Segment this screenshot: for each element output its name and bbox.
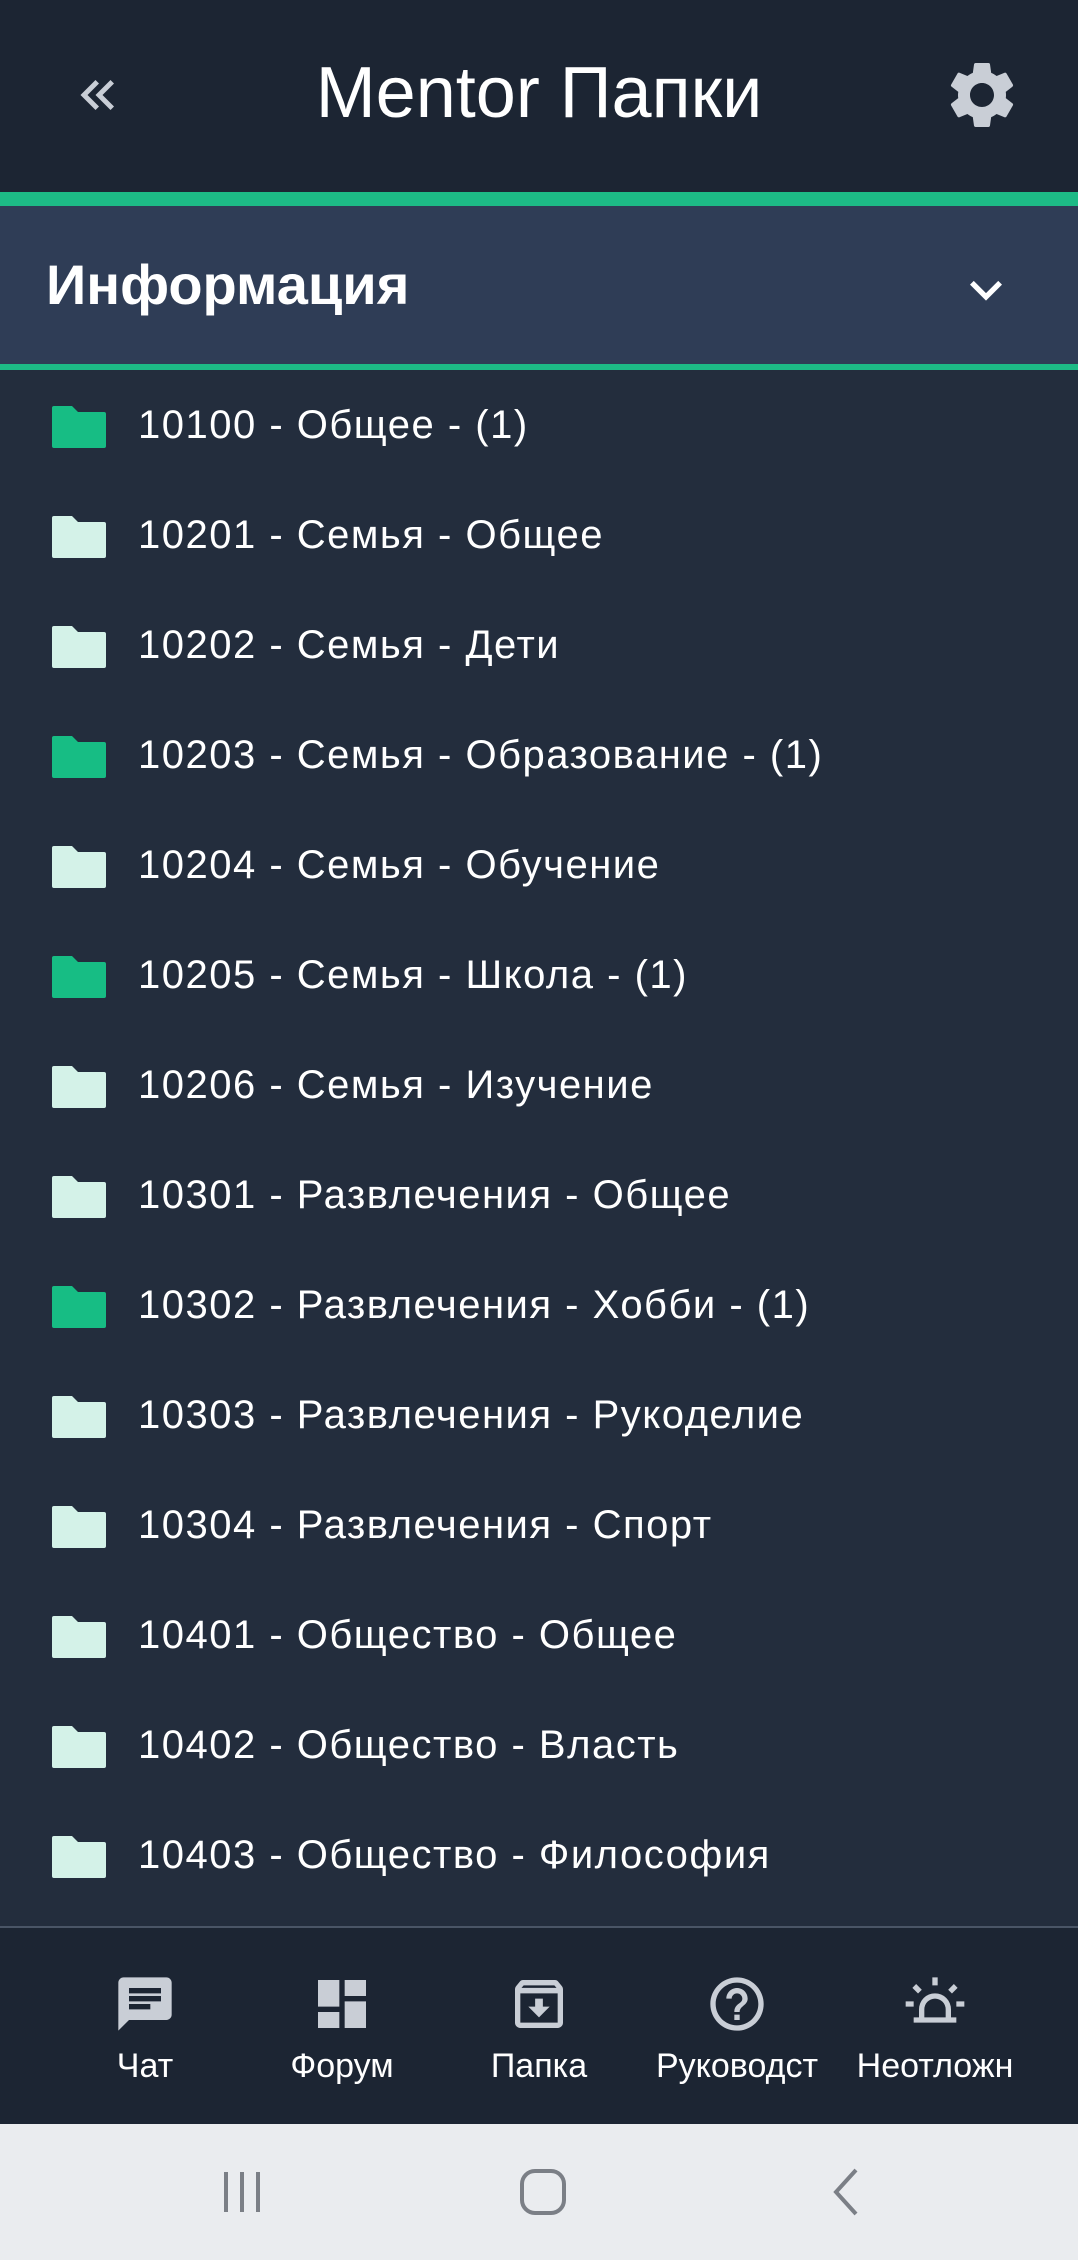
folder-item[interactable]: 10401 - Общество - Общее	[0, 1580, 1078, 1690]
home-button[interactable]	[503, 2162, 583, 2222]
folder-label: 10204 - Семья - Обучение	[138, 843, 661, 887]
nav-item-label: Папка	[490, 2047, 588, 2085]
folder-list[interactable]: 10100 - Общее - (1) 10201 - Семья - Общее…	[0, 370, 1078, 1926]
folder-item[interactable]: 10303 - Развлечения - Рукоделие	[0, 1360, 1078, 1470]
folder-icon	[50, 844, 108, 890]
folder-label: 10303 - Развлечения - Рукоделие	[138, 1393, 805, 1437]
folder-label: 10100 - Общее - (1)	[138, 403, 529, 447]
help-icon	[705, 1972, 769, 2036]
folder-item[interactable]: 10204 - Семья - Обучение	[0, 810, 1078, 920]
bottom-navigation: Чат Форум Папка Руководст Неотложн	[0, 1926, 1078, 2124]
folder-item[interactable]: 10301 - Развлечения - Общее	[0, 1140, 1078, 1250]
folder-item[interactable]: 10402 - Общество - Власть	[0, 1690, 1078, 1800]
nav-item-label: Форум	[290, 2047, 394, 2085]
folder-icon	[50, 1394, 108, 1440]
folder-label: 10205 - Семья - Школа - (1)	[138, 953, 688, 997]
folder-item[interactable]: 10100 - Общее - (1)	[0, 370, 1078, 480]
system-navigation-bar	[0, 2124, 1078, 2260]
folder-icon	[50, 624, 108, 670]
folder-item[interactable]: 10403 - Общество - Философия	[0, 1800, 1078, 1910]
folder-label: 10201 - Семья - Общее	[138, 513, 604, 557]
folder-icon	[50, 1504, 108, 1550]
folder-label: 10401 - Общество - Общее	[138, 1613, 678, 1657]
folder-label: 10202 - Семья - Дети	[138, 623, 561, 667]
header-accent-line	[0, 192, 1078, 206]
folder-icon	[50, 734, 108, 780]
app-header: Mentor Папки	[0, 0, 1078, 192]
folder-icon	[50, 1614, 108, 1660]
nav-item-label: Чат	[116, 2047, 174, 2085]
folder-label: 10302 - Развлечения - Хобби - (1)	[138, 1283, 811, 1327]
folder-icon	[50, 954, 108, 1000]
folder-icon	[50, 1284, 108, 1330]
folder-label: 10203 - Семья - Образование - (1)	[138, 733, 824, 777]
folder-label: 10304 - Развлечения - Спорт	[138, 1503, 713, 1547]
alarm-light-icon	[903, 1972, 967, 2036]
section-title: Информация	[46, 253, 410, 316]
folder-icon	[50, 1834, 108, 1880]
settings-button[interactable]	[940, 53, 1024, 137]
nav-item-help[interactable]: Руководст	[638, 1928, 836, 2124]
folder-label: 10403 - Общество - Философия	[138, 1833, 771, 1877]
nav-item-archive[interactable]: Папка	[440, 1928, 638, 2124]
folder-icon	[50, 404, 108, 450]
section-header[interactable]: Информация	[0, 206, 1078, 364]
folder-item[interactable]: 10201 - Семья - Общее	[0, 480, 1078, 590]
folder-icon	[50, 514, 108, 560]
page-title: Mentor Папки	[315, 53, 763, 133]
recents-icon	[224, 2172, 260, 2212]
gear-icon	[950, 62, 1014, 127]
folder-item[interactable]: 10304 - Развлечения - Спорт	[0, 1470, 1078, 1580]
folder-label: 10301 - Развлечения - Общее	[138, 1173, 732, 1217]
folder-item[interactable]: 10206 - Семья - Изучение	[0, 1030, 1078, 1140]
folder-label: 10206 - Семья - Изучение	[138, 1063, 654, 1107]
chat-icon	[113, 1972, 177, 2036]
home-icon	[520, 2169, 566, 2215]
app-screen: Mentor Папки Информация 10100 - Общее - …	[0, 0, 1078, 2260]
archive-icon	[507, 1972, 571, 2036]
nav-item-label: Руководст	[655, 2047, 819, 2085]
folder-item[interactable]: 10205 - Семья - Школа - (1)	[0, 920, 1078, 1030]
folder-icon	[50, 1724, 108, 1770]
back-icon	[833, 2168, 858, 2216]
folder-item[interactable]: 10203 - Семья - Образование - (1)	[0, 700, 1078, 810]
nav-item-dashboard[interactable]: Форум	[243, 1928, 441, 2124]
section-toggle[interactable]	[950, 254, 1022, 326]
folder-icon	[50, 1174, 108, 1220]
chevron-down-icon	[970, 280, 1002, 301]
nav-item-chat[interactable]: Чат	[46, 1928, 244, 2124]
folder-icon	[50, 1064, 108, 1110]
folder-item[interactable]: 10202 - Семья - Дети	[0, 590, 1078, 700]
dashboard-icon	[310, 1972, 374, 2036]
nav-item-alarm-light[interactable]: Неотложн	[836, 1928, 1034, 2124]
folder-label: 10402 - Общество - Власть	[138, 1723, 680, 1767]
folder-item[interactable]: 10302 - Развлечения - Хобби - (1)	[0, 1250, 1078, 1360]
system-back-button[interactable]	[806, 2162, 886, 2222]
nav-item-label: Неотложн	[856, 2047, 1014, 2085]
recents-button[interactable]	[202, 2162, 282, 2222]
